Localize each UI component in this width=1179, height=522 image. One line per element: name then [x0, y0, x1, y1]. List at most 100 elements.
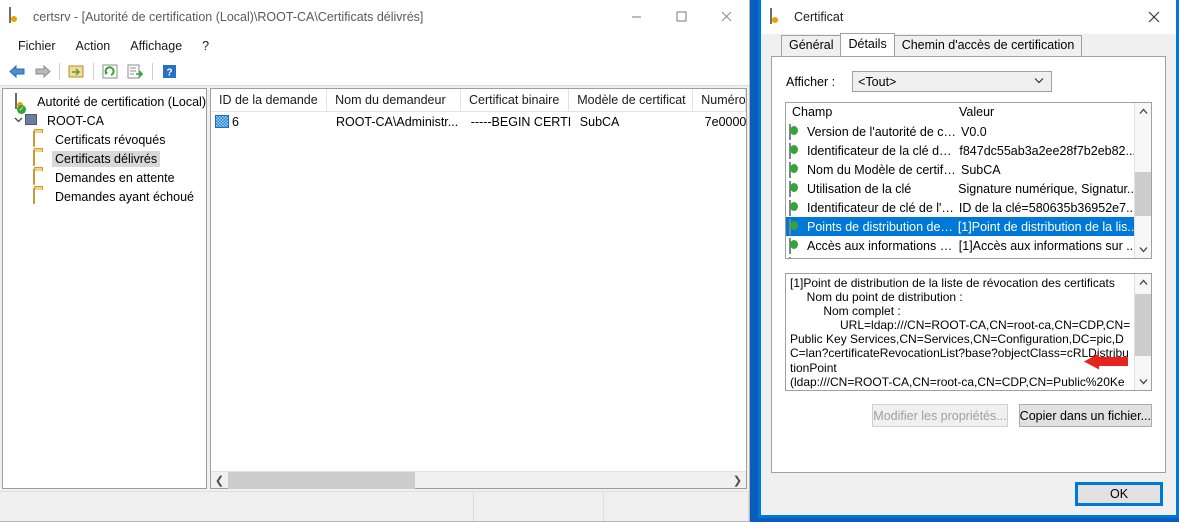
- ok-button[interactable]: OK: [1075, 482, 1163, 506]
- certsrv-window: certsrv - [Autorité de certification (Lo…: [0, 0, 750, 522]
- list-item[interactable]: Identificateur de clé de l'aut... ID de …: [786, 198, 1134, 217]
- tab-certification-path[interactable]: Chemin d'accès de certification: [893, 35, 1083, 56]
- certificate-icon: [770, 8, 786, 25]
- window-controls: [614, 0, 749, 33]
- detail-action-buttons: Modifier les propriétés... Copier dans u…: [772, 391, 1165, 427]
- copy-to-file-button[interactable]: Copier dans un fichier...: [1018, 404, 1152, 427]
- scroll-down-icon[interactable]: [1135, 241, 1152, 258]
- tab-details[interactable]: Détails: [840, 33, 895, 56]
- close-button[interactable]: [704, 0, 749, 33]
- scroll-down-icon[interactable]: [1135, 373, 1152, 390]
- field-green-icon: [789, 124, 803, 140]
- field-name: Identificateur de clé de l'aut...: [807, 200, 955, 215]
- scroll-right-icon[interactable]: ❯: [729, 472, 746, 489]
- column-header-requester-name[interactable]: Nom du demandeur: [327, 89, 461, 111]
- fields-list-rows[interactable]: Version de l'autorité de certi... V0.0 I…: [786, 122, 1134, 258]
- folder-icon: [33, 188, 50, 204]
- column-header-certificate-template[interactable]: Modèle de certificat: [569, 89, 694, 111]
- cell-requester-name: ROOT-CA\Administr...: [335, 114, 459, 129]
- tree-item-certificats-revoques[interactable]: Certificats révoqués: [3, 130, 206, 149]
- field-green-icon: [789, 162, 803, 178]
- tree-item-demandes-ayant-echoue[interactable]: Demandes ayant échoué: [3, 187, 206, 206]
- chevron-down-icon[interactable]: [11, 115, 25, 127]
- field-green-icon: [789, 238, 803, 254]
- field-value: f847dc55ab3a2ee28f7b2eb82...: [959, 143, 1134, 158]
- tree-item-label: Demandes ayant échoué: [55, 189, 194, 204]
- dialog-close-button[interactable]: [1131, 0, 1176, 34]
- column-header-binary-certificate[interactable]: Certificat binaire: [460, 89, 570, 111]
- show-filter-row: Afficher : <Tout>: [772, 57, 1165, 92]
- list-item[interactable]: Contraintes de base Type d'objet=Autorit…: [786, 255, 1134, 258]
- maximize-button[interactable]: [659, 0, 704, 33]
- folder-icon: [33, 169, 50, 185]
- scroll-up-icon[interactable]: [1135, 274, 1152, 291]
- refresh-icon[interactable]: [98, 60, 123, 84]
- menu-affichage[interactable]: Affichage: [120, 36, 192, 56]
- window-titlebar: certsrv - [Autorité de certification (Lo…: [0, 0, 749, 33]
- minimize-button[interactable]: [614, 0, 659, 33]
- show-hide-console-tree-icon[interactable]: [64, 60, 89, 84]
- export-list-icon[interactable]: [123, 60, 148, 84]
- tree-item-label: Demandes en attente: [55, 170, 175, 185]
- detail-scroll-thumb[interactable]: [1134, 294, 1151, 356]
- dialog-title: Certificat: [794, 10, 844, 24]
- cell-binary-certificate: -----BEGIN CERTI...: [470, 114, 572, 129]
- list-body[interactable]: 6 ROOT-CA\Administr... -----BEGIN CERTI.…: [211, 112, 746, 471]
- field-detail-box[interactable]: [1]Point de distribution de la liste de …: [785, 273, 1152, 391]
- horizontal-scrollbar[interactable]: ❮ ❯: [211, 471, 746, 489]
- cell-certificate-template: SubCA: [579, 114, 620, 129]
- tree-item-root-ca[interactable]: ✓ ROOT-CA: [3, 105, 206, 130]
- certificate-fields-list[interactable]: Champ Valeur Version de l'autorité de ce…: [785, 102, 1152, 259]
- list-item[interactable]: Accès aux informations de l'... [1]Accès…: [786, 236, 1134, 255]
- field-green-icon: [789, 143, 803, 159]
- console-tree[interactable]: Autorité de certification (Local) ✓ ROOT…: [2, 88, 207, 489]
- dialog-footer: OK: [761, 473, 1176, 515]
- menu-action[interactable]: Action: [66, 36, 121, 56]
- menu-aide[interactable]: ?: [192, 36, 219, 56]
- show-filter-value: <Tout>: [858, 74, 897, 89]
- forward-icon[interactable]: [30, 60, 55, 84]
- ca-server-icon: ✓: [17, 105, 42, 128]
- tree-item-label: Certificats révoqués: [55, 132, 166, 147]
- statusbar: [0, 491, 749, 521]
- tab-general[interactable]: Général: [781, 35, 842, 56]
- edit-properties-button[interactable]: Modifier les propriétés...: [872, 404, 1008, 427]
- certificate-dialog: Certificat Général Détails Chemin d'accè…: [758, 0, 1179, 518]
- back-icon[interactable]: [5, 60, 30, 84]
- column-header-valeur[interactable]: Valeur: [953, 103, 1134, 122]
- fields-scroll-thumb[interactable]: [1134, 172, 1151, 216]
- cell-request-id: 6: [211, 115, 328, 129]
- field-name: Identificateur de la clé du s...: [807, 143, 956, 158]
- table-row[interactable]: 6 ROOT-CA\Administr... -----BEGIN CERTI.…: [211, 112, 746, 131]
- scroll-up-icon[interactable]: [1135, 103, 1152, 120]
- hscroll-thumb[interactable]: [228, 471, 415, 489]
- statusbar-pane-3: [604, 492, 749, 521]
- column-header-champ[interactable]: Champ: [786, 103, 953, 122]
- field-green-icon: [789, 200, 803, 216]
- tree-item-demandes-en-attente[interactable]: Demandes en attente: [3, 168, 206, 187]
- results-pane: ID de la demande Nom du demandeur Certif…: [210, 88, 747, 489]
- list-item[interactable]: Nom du Modèle de certificat SubCA: [786, 160, 1134, 179]
- list-item[interactable]: Version de l'autorité de certi... V0.0: [786, 122, 1134, 141]
- scroll-left-icon[interactable]: ❮: [211, 472, 228, 489]
- column-header-request-id[interactable]: ID de la demande: [211, 89, 328, 111]
- fields-scroll-track[interactable]: [1134, 120, 1151, 241]
- tree-item-label: Autorité de certification (Local): [37, 94, 206, 109]
- statusbar-pane-1: [0, 492, 474, 521]
- list-item-selected[interactable]: Points de distribution de la li... [1]Po…: [786, 217, 1134, 236]
- list-item[interactable]: Utilisation de la clé Signature numériqu…: [786, 179, 1134, 198]
- detail-scrollbar[interactable]: [1134, 274, 1151, 390]
- tree-item-autorite-de-certification[interactable]: Autorité de certification (Local): [3, 92, 206, 111]
- field-value: [1]Accès aux informations sur ...: [958, 238, 1134, 253]
- field-value: SubCA: [961, 162, 1001, 177]
- help-icon[interactable]: ?: [157, 60, 182, 84]
- field-value: [1]Point de distribution de la lis...: [957, 219, 1134, 234]
- menu-fichier[interactable]: Fichier: [8, 36, 66, 56]
- tree-item-certificats-delivres[interactable]: Certificats délivrés: [3, 149, 206, 168]
- column-header-serial-number[interactable]: Numéro: [693, 89, 746, 111]
- hscroll-track[interactable]: [228, 471, 729, 489]
- show-filter-select[interactable]: <Tout>: [852, 71, 1053, 92]
- fields-list-scrollbar[interactable]: [1134, 103, 1151, 258]
- detail-scroll-track[interactable]: [1134, 291, 1151, 373]
- list-item[interactable]: Identificateur de la clé du s... f847dc5…: [786, 141, 1134, 160]
